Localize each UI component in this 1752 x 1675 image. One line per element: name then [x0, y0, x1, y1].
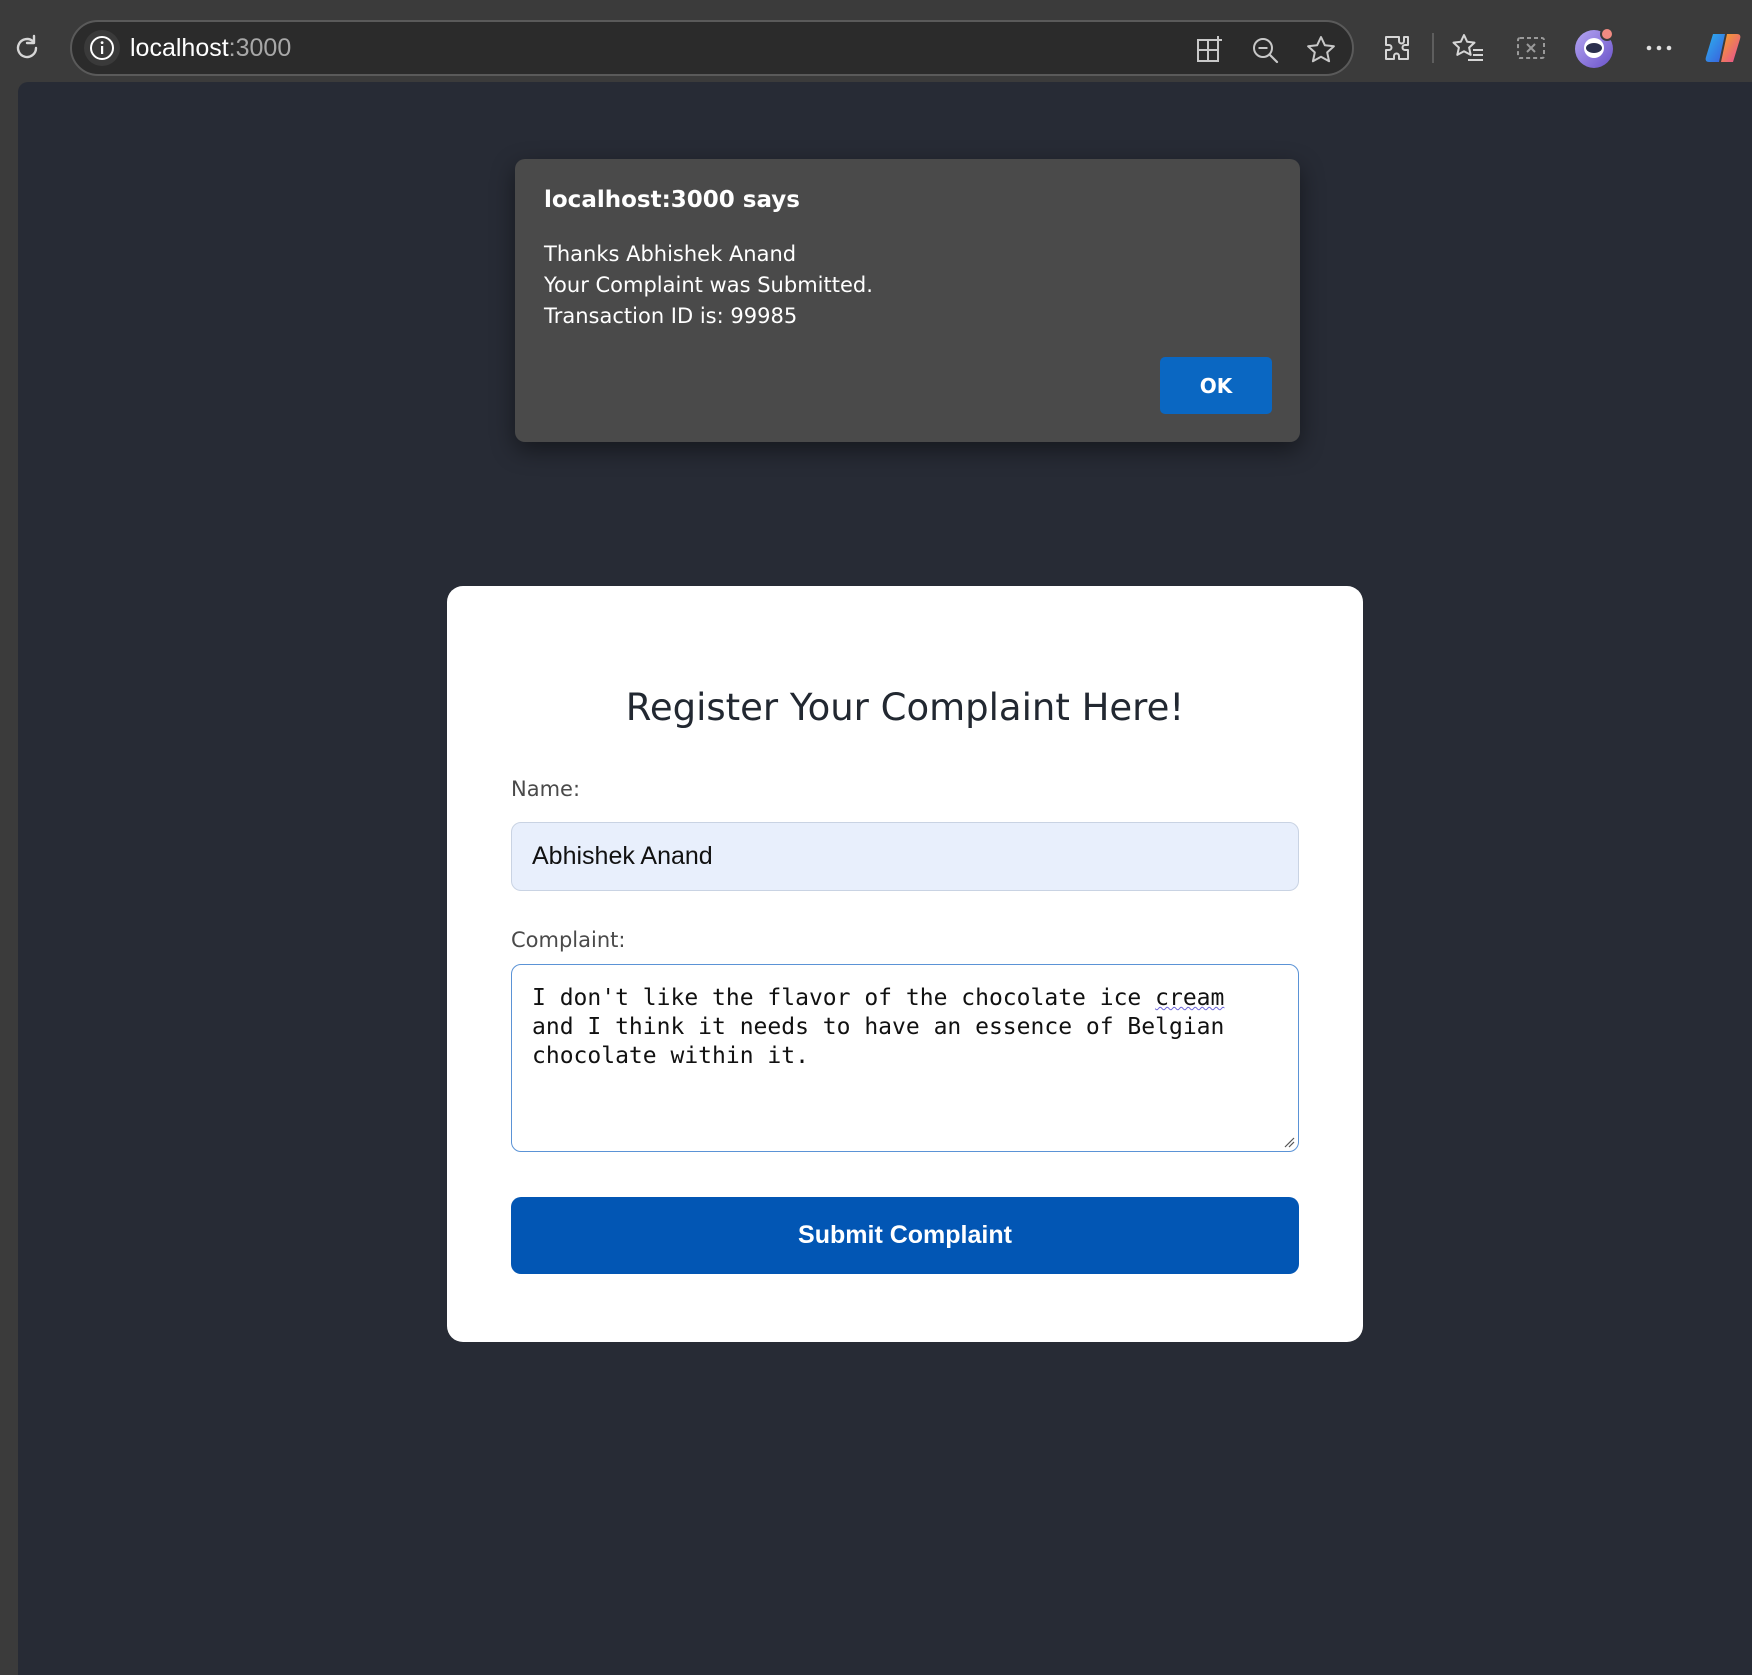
zoom-out-icon[interactable] [1245, 30, 1285, 70]
alert-dialog: localhost:3000 says Thanks Abhishek Anan… [515, 159, 1300, 442]
spellcheck-word: cream [1155, 985, 1225, 1011]
extensions-icon[interactable] [1375, 26, 1419, 70]
split-screen-icon[interactable] [1189, 30, 1229, 70]
profile-avatar-icon[interactable] [1573, 26, 1617, 70]
favorite-star-icon[interactable] [1301, 30, 1341, 70]
complaint-text: and I think it needs to have an essence … [532, 1014, 1225, 1069]
browser-toolbar: localhost:3000 [0, 0, 1752, 88]
complaint-form-card: Register Your Complaint Here! Name: Abhi… [447, 586, 1363, 1342]
dialog-message-line: Your Complaint was Submitted. [544, 273, 873, 297]
more-menu-icon[interactable] [1637, 26, 1681, 70]
form-title: Register Your Complaint Here! [625, 686, 1185, 729]
url-text[interactable]: localhost:3000 [130, 34, 291, 63]
dialog-message-line: Thanks Abhishek Anand [544, 242, 797, 266]
favorites-icon[interactable] [1446, 26, 1490, 70]
address-bar[interactable]: localhost:3000 [70, 20, 1354, 76]
url-host: localhost [130, 34, 229, 62]
submit-complaint-button[interactable]: Submit Complaint [511, 1197, 1299, 1274]
ok-button[interactable]: OK [1160, 357, 1272, 414]
dialog-message-line: Transaction ID is: 99985 [544, 304, 798, 328]
copilot-icon[interactable] [1701, 26, 1745, 70]
complaint-label: Complaint: [511, 928, 626, 952]
dialog-message: Thanks Abhishek Anand Your Complaint was… [544, 239, 873, 332]
url-port: :3000 [228, 34, 292, 62]
complaint-textarea[interactable]: I don't like the flavor of the chocolate… [511, 964, 1299, 1152]
dialog-title: localhost:3000 says [544, 187, 800, 213]
page-viewport: localhost:3000 says Thanks Abhishek Anan… [18, 82, 1752, 1675]
complaint-text: I don't like the flavor of the chocolate… [532, 985, 1156, 1011]
name-input[interactable]: Abhishek Anand [511, 822, 1299, 891]
screenshot-icon[interactable] [1509, 26, 1553, 70]
name-label: Name: [511, 777, 581, 801]
resize-grip-icon[interactable] [1283, 1136, 1295, 1148]
site-info-icon[interactable] [84, 30, 120, 66]
refresh-icon[interactable] [5, 26, 49, 70]
toolbar-separator [1432, 33, 1434, 63]
